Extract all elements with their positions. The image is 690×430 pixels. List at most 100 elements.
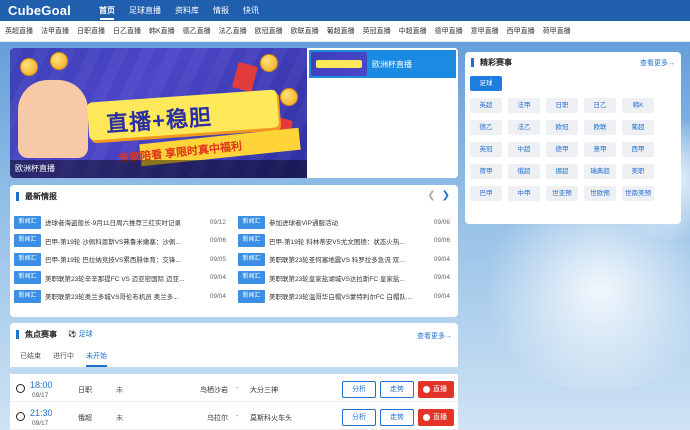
focus-more-link[interactable]: 查看更多→ [417, 331, 452, 341]
tag-item[interactable]: 俄超 [508, 164, 540, 179]
news-headline[interactable]: 巴甲-第19轮 沙佩科恩斯VS弗鲁米嫩塞：沙佩... [45, 236, 195, 246]
tag-item[interactable]: 意甲 [584, 142, 616, 157]
league-link[interactable]: 法甲直播 [41, 26, 69, 36]
tag-item[interactable]: 德乙 [470, 120, 502, 135]
league-link[interactable]: 荷甲直播 [543, 26, 571, 36]
tag-item[interactable]: 葡超 [622, 120, 654, 135]
news-headline[interactable]: 参加进球者VIP通服活动 [269, 217, 419, 227]
tag-item[interactable]: 荷甲 [470, 164, 502, 179]
chevron-left-icon[interactable]: ❮ [427, 190, 435, 201]
tag-item[interactable]: 瑞典超 [584, 164, 616, 179]
chevron-right-icon[interactable]: ❯ [442, 190, 450, 201]
tag-item[interactable]: 欧冠 [546, 120, 578, 135]
tab-in-progress[interactable]: 进行中 [53, 351, 74, 367]
sport-filter[interactable]: ⚽ 足球 [68, 329, 93, 339]
tab-upcoming[interactable]: 未开始 [86, 351, 107, 367]
tag-item[interactable]: 法甲 [508, 98, 540, 113]
league-link[interactable]: 欧联直播 [291, 26, 319, 36]
live-button[interactable]: 直播 [418, 409, 454, 426]
news-headline[interactable]: 美职联第23轮温哥华白帽VS蒙特利尔FC 白帽队... [269, 291, 419, 301]
tag-item[interactable]: 韩K [622, 98, 654, 113]
tag-item[interactable]: 德甲 [546, 142, 578, 157]
match-date: 09/17 [32, 392, 49, 399]
analysis-button[interactable]: 分析 [342, 409, 376, 426]
league-link[interactable]: 日乙直播 [113, 26, 141, 36]
nav-home[interactable]: 首页 [92, 0, 122, 21]
league-link[interactable]: 西甲直播 [507, 26, 535, 36]
news-headline[interactable]: 美职联第23轮辛辛那提FC VS 迈亚密国际 迈亚... [45, 273, 195, 283]
news-item[interactable]: 新闻汇 美职联第23轮辛辛那提FC VS 迈亚密国际 迈亚... 09/04 [14, 269, 230, 288]
banner-main-image[interactable]: 直播+稳胆 专家陪看 享限时真中福利 欧洲杯直播 [10, 48, 307, 178]
tag-item[interactable]: 日乙 [584, 98, 616, 113]
league-link[interactable]: 欧冠直播 [255, 26, 283, 36]
league-link[interactable]: 德乙直播 [183, 26, 211, 36]
news-item[interactable]: 新闻汇 巴甲-第19轮 科林蒂安VS尤文图德：状态火热... 09/06 [238, 232, 454, 251]
league-link[interactable]: 中超直播 [399, 26, 427, 36]
news-headline[interactable]: 美职联第23轮皇家盐湖城VS达拉斯FC 皇家盐... [269, 273, 419, 283]
league-link[interactable]: 英冠直播 [363, 26, 391, 36]
news-item[interactable]: 新闻汇 美职联第23轮温哥华白帽VS蒙特利尔FC 白帽队... 09/04 [238, 287, 454, 306]
news-headline[interactable]: 巴甲-第19轮 科林蒂安VS尤文图德：状态火热... [269, 236, 419, 246]
news-badge: 新闻汇 [14, 215, 41, 229]
news-headline[interactable]: 美职联第23轮奥兰多城VS哥伦布机员 奥兰多... [45, 291, 195, 301]
live-button[interactable]: 直播 [418, 381, 454, 398]
tag-item[interactable]: 世亚预 [546, 186, 578, 201]
league-link[interactable]: 葡超直播 [327, 26, 355, 36]
tag-item[interactable]: 世欧预 [584, 186, 616, 201]
news-badge: 新闻汇 [14, 234, 41, 248]
banner-thumb-item[interactable]: 欧洲杯直播 [309, 50, 456, 78]
news-headline[interactable]: 美职联第23轮圣何塞地震VS 科罗拉多急流 双... [269, 254, 419, 264]
nav-football-live[interactable]: 足球直播 [122, 0, 168, 21]
league-link[interactable]: 英超直播 [5, 26, 33, 36]
trend-button[interactable]: 走势 [380, 381, 414, 398]
news-item[interactable]: 新闻汇 巴甲-第19轮 巴拉纳竞技VS累西腓体育：交锋... 09/05 [14, 250, 230, 269]
featured-more-link[interactable]: 查看更多→ [640, 58, 675, 68]
play-icon [423, 386, 430, 393]
news-item[interactable]: 新闻汇 美职联第23轮圣何塞地震VS 科罗拉多急流 双... 09/04 [238, 250, 454, 269]
news-item[interactable]: 新闻汇 进球者海盗般长-9月11日周六推荐三红实时记录 09/12 [14, 213, 230, 232]
nav-database[interactable]: 资料库 [168, 0, 206, 21]
victory-hand-icon [18, 80, 88, 158]
home-team: 鸟栖沙岩 [200, 387, 228, 394]
tag-item[interactable]: 世南美预 [622, 186, 654, 201]
tag-item[interactable]: 西甲 [622, 142, 654, 157]
league-link[interactable]: 法乙直播 [219, 26, 247, 36]
news-item[interactable]: 新闻汇 参加进球者VIP通服活动 09/06 [238, 213, 454, 232]
news-column-left: 新闻汇 进球者海盗般长-9月11日周六推荐三红实时记录 09/12 新闻汇 巴甲… [14, 213, 230, 306]
news-headline[interactable]: 进球者海盗般长-9月11日周六推荐三红实时记录 [45, 217, 195, 227]
tab-finished[interactable]: 已结束 [20, 351, 41, 367]
news-item[interactable]: 新闻汇 美职联第23轮奥兰多城VS哥伦布机员 奥兰多... 09/04 [14, 287, 230, 306]
play-icon [423, 414, 430, 421]
tag-item[interactable]: 英超 [470, 98, 502, 113]
news-badge: 新闻汇 [238, 215, 265, 229]
league-link[interactable]: 韩K直播 [149, 26, 175, 36]
tag-item[interactable]: 中超 [508, 142, 540, 157]
tag-item[interactable]: 挪超 [546, 164, 578, 179]
news-headline[interactable]: 巴甲-第19轮 巴拉纳竞技VS累西腓体育：交锋... [45, 254, 195, 264]
news-date: 09/04 [433, 292, 450, 300]
league-link[interactable]: 意甲直播 [471, 26, 499, 36]
tag-item[interactable]: 美职 [622, 164, 654, 179]
football-icon: ⚽ [68, 331, 77, 338]
live-label: 直播 [433, 414, 447, 421]
league-link[interactable]: 日职直播 [77, 26, 105, 36]
tag-item[interactable]: 巴甲 [470, 186, 502, 201]
news-item[interactable]: 新闻汇 美职联第23轮皇家盐湖城VS达拉斯FC 皇家盐... 09/04 [238, 269, 454, 288]
tag-item[interactable]: 日职 [546, 98, 578, 113]
tag-item[interactable]: 中甲 [508, 186, 540, 201]
tag-item[interactable]: 英冠 [470, 142, 502, 157]
league-link[interactable]: 德甲直播 [435, 26, 463, 36]
news-date: 09/06 [433, 237, 450, 245]
analysis-button[interactable]: 分析 [342, 381, 376, 398]
home-team: 乌拉尔 [207, 415, 228, 422]
tag-item[interactable]: 欧联 [584, 120, 616, 135]
nav-flash[interactable]: 快讯 [236, 0, 266, 21]
nav-intel[interactable]: 情报 [206, 0, 236, 21]
tag-football[interactable]: 足球 [470, 76, 502, 91]
trend-button[interactable]: 走势 [380, 409, 414, 426]
match-status: 未 [116, 415, 123, 422]
site-logo[interactable]: CubeGoal [8, 3, 88, 18]
coin-icon [20, 58, 38, 76]
tag-item[interactable]: 法乙 [508, 120, 540, 135]
news-item[interactable]: 新闻汇 巴甲-第19轮 沙佩科恩斯VS弗鲁米嫩塞：沙佩... 09/06 [14, 232, 230, 251]
